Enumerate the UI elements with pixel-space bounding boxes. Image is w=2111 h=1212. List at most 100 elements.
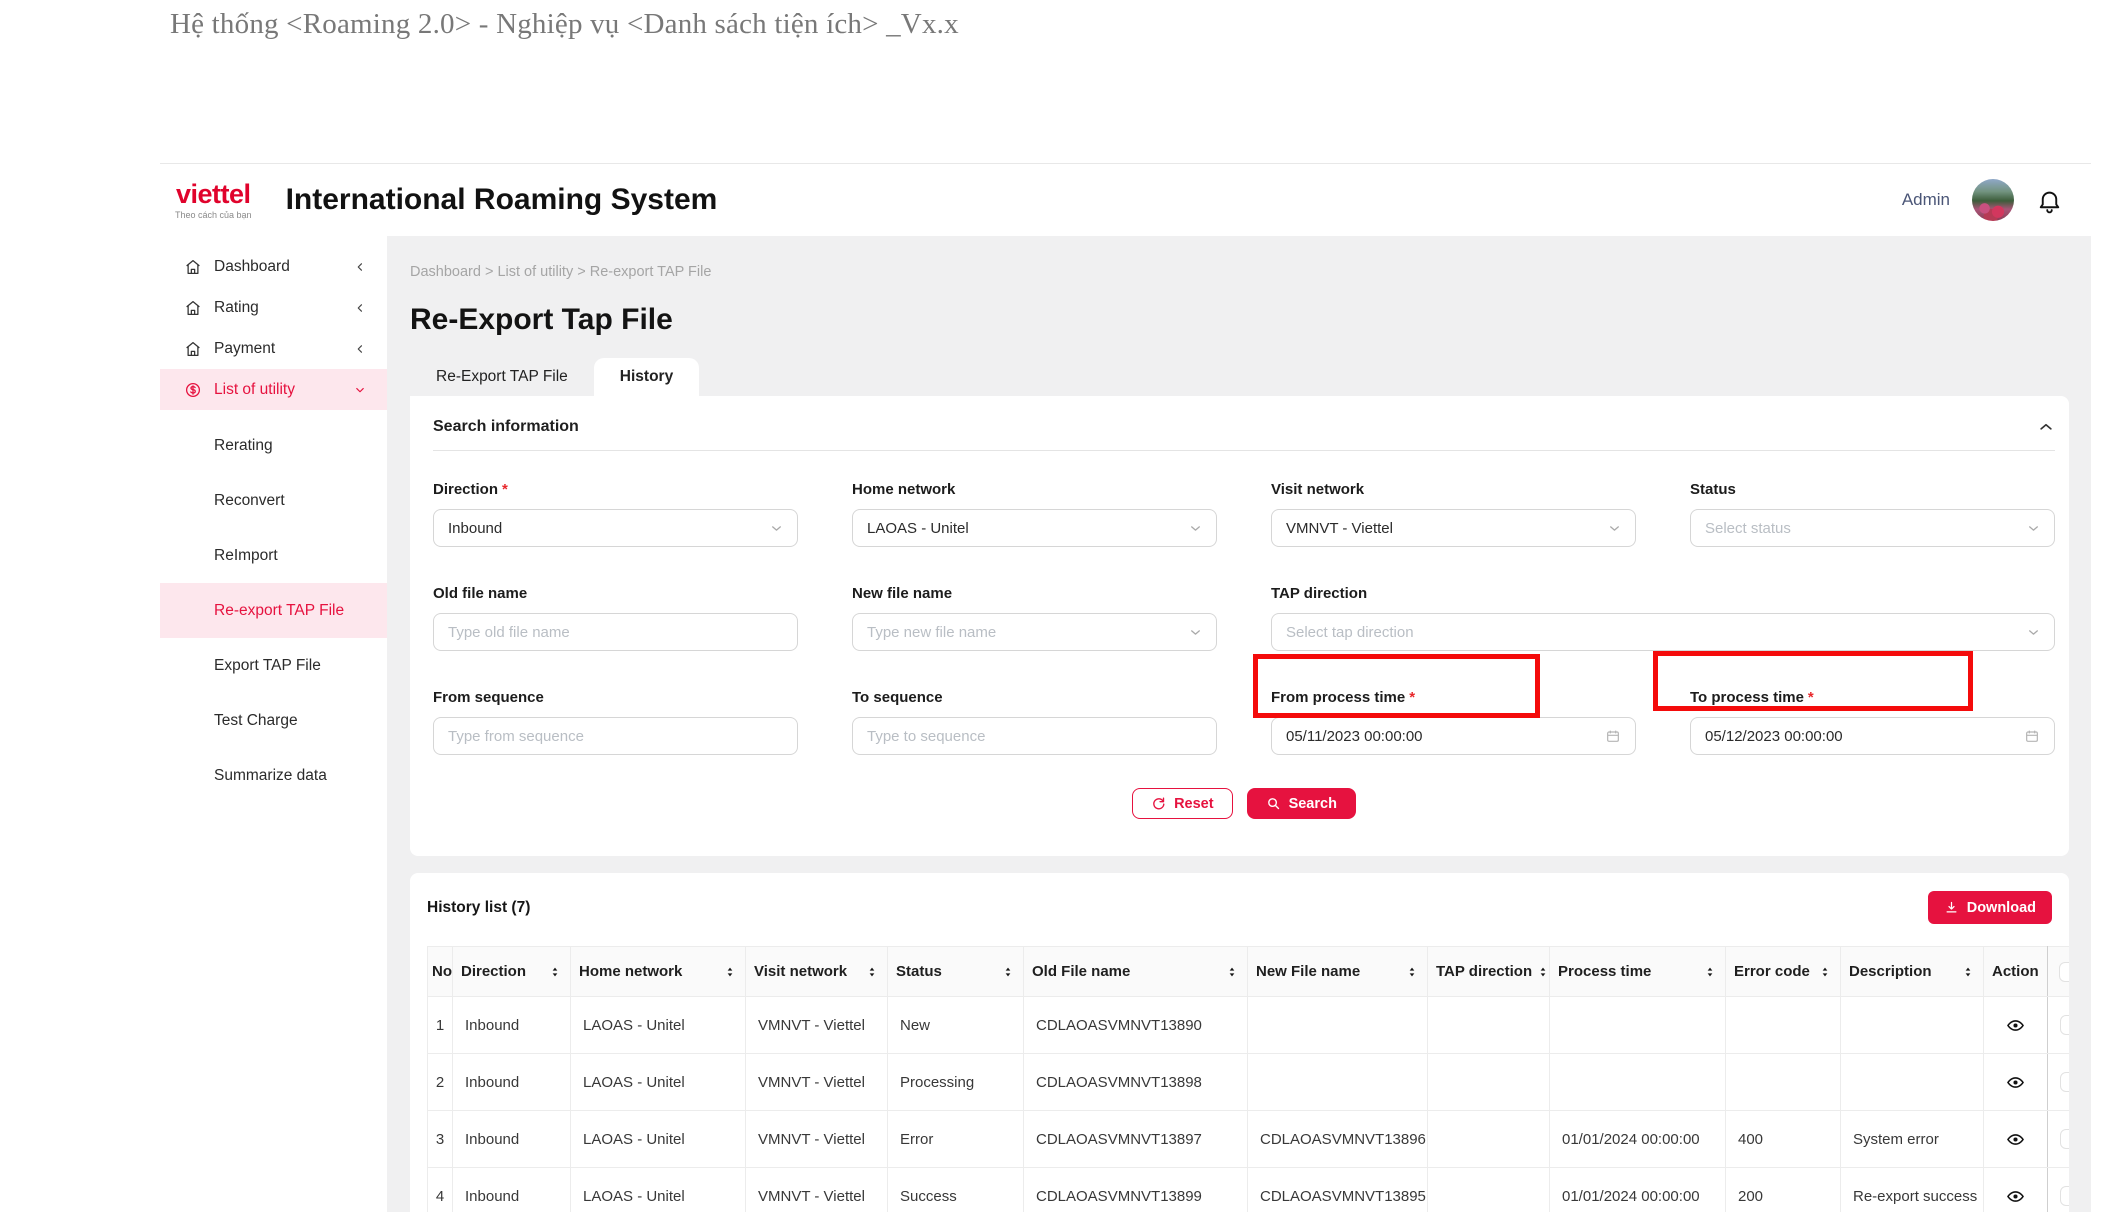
search-button[interactable]: Search [1247,788,1356,819]
new-file-name-select[interactable]: Type new file name [852,613,1217,651]
chevron-left-icon [353,301,367,315]
sidebar-item-summarize-data[interactable]: Summarize data [160,748,387,803]
column-header-home-network[interactable]: Home network [571,947,746,997]
sidebar-item-reconvert[interactable]: Reconvert [160,473,387,528]
chevron-down-icon [353,383,367,397]
home-icon [184,258,202,276]
sidebar-item-test-charge[interactable]: Test Charge [160,693,387,748]
sort-icon[interactable] [1405,965,1419,979]
cell-old-file-name: CDLAOASVMNVT13899 [1024,1168,1248,1212]
sub-item-label: Reconvert [214,492,285,510]
required-marker: * [1409,689,1415,706]
table-header-row: NoDirectionHome networkVisit networkStat… [428,947,2070,997]
direction-select[interactable]: Inbound [433,509,798,547]
status-select[interactable]: Select status [1690,509,2055,547]
sidebar-item-dashboard[interactable]: Dashboard [160,246,387,287]
column-header-direction[interactable]: Direction [453,947,571,997]
column-header-old-file-name[interactable]: Old File name [1024,947,1248,997]
field-label: TAP direction [1271,585,1367,602]
from-process-time-input[interactable]: 05/11/2023 00:00:00 [1271,717,1636,755]
field-new-file-name: New file name Type new file name [852,585,1217,651]
sort-icon[interactable] [1225,965,1239,979]
user-name: Admin [1902,190,1950,210]
calendar-icon[interactable] [1605,728,1621,744]
row-checkbox[interactable] [2060,1015,2069,1035]
sort-icon[interactable] [1536,965,1549,979]
date-value: 05/11/2023 00:00:00 [1286,728,1605,745]
viettel-logo[interactable]: viettel Theo cách của bạn [175,181,252,220]
sort-icon[interactable] [1703,965,1717,979]
chevron-left-icon [353,260,367,274]
visit-network-select[interactable]: VMNVT - Viettel [1271,509,1636,547]
history-table: NoDirectionHome networkVisit networkStat… [427,946,2069,1212]
cell-action [1984,1168,2048,1212]
column-header-error-code[interactable]: Error code [1726,947,1841,997]
user-avatar[interactable] [1972,179,2014,221]
sort-icon[interactable] [1961,965,1975,979]
sidebar-item-label: Dashboard [214,258,290,276]
view-details-icon[interactable] [2006,1187,2025,1206]
cell-error-code: 200 [1726,1168,1841,1212]
app-title: International Roaming System [286,183,718,217]
chevron-left-icon [353,342,367,356]
calendar-icon[interactable] [2024,728,2040,744]
cell-no: 3 [428,1111,453,1168]
field-to-sequence: To sequence [852,689,1217,755]
chevron-down-icon [2027,522,2040,535]
sort-icon[interactable] [548,965,562,979]
column-header-status[interactable]: Status [888,947,1024,997]
sub-item-label: Export TAP File [214,657,321,675]
sidebar-item-rating[interactable]: Rating [160,287,387,328]
sidebar-item-rerating[interactable]: Rerating [160,418,387,473]
cell-description [1841,1054,1984,1111]
sidebar-item-export-tap-file[interactable]: Export TAP File [160,638,387,693]
tab-history[interactable]: History [594,358,699,396]
chevron-down-icon [770,522,783,535]
reset-label: Reset [1174,796,1214,812]
row-checkbox[interactable] [2060,1129,2069,1149]
sidebar-item-reimport[interactable]: ReImport [160,528,387,583]
view-details-icon[interactable] [2006,1073,2025,1092]
row-checkbox[interactable] [2060,1186,2069,1206]
old-file-name-input[interactable] [433,613,798,651]
column-label: Status [896,963,942,980]
sort-icon[interactable] [1001,965,1015,979]
breadcrumb[interactable]: Dashboard > List of utility > Re-export … [410,264,2069,284]
sidebar-item-list-of-utility[interactable]: List of utility [160,369,387,410]
to-process-time-input[interactable]: 05/12/2023 00:00:00 [1690,717,2055,755]
column-header-new-file-name[interactable]: New File name [1248,947,1428,997]
sidebar-item-re-export-tap-file[interactable]: Re-export TAP File [160,583,387,638]
tap-direction-select[interactable]: Select tap direction [1271,613,2055,651]
select-placeholder: Select status [1705,520,2027,537]
column-label: Process time [1558,963,1651,980]
collapse-panel-icon[interactable] [2037,418,2055,436]
search-label: Search [1289,796,1337,812]
home-network-select[interactable]: LAOAS - Unitel [852,509,1217,547]
tab-re-export-tap-file[interactable]: Re-Export TAP File [410,358,594,396]
column-header-tap-direction[interactable]: TAP direction [1428,947,1550,997]
sort-icon[interactable] [723,965,737,979]
column-header-checkbox[interactable] [2048,947,2070,997]
to-sequence-input[interactable] [852,717,1217,755]
download-icon [1944,900,1959,915]
sidebar-item-payment[interactable]: Payment [160,328,387,369]
view-details-icon[interactable] [2006,1016,2025,1035]
view-details-icon[interactable] [2006,1130,2025,1149]
column-header-process-time[interactable]: Process time [1550,947,1726,997]
cell-home-network: LAOAS - Unitel [571,1054,746,1111]
from-sequence-input[interactable] [433,717,798,755]
sort-icon[interactable] [865,965,879,979]
column-header-visit-network[interactable]: Visit network [746,947,888,997]
header-checkbox[interactable] [2059,962,2069,982]
reset-button[interactable]: Reset [1132,788,1233,819]
row-checkbox[interactable] [2060,1072,2069,1092]
search-panel: Search information Direction* Inbound [410,396,2069,856]
column-label: Description [1849,963,1932,980]
field-direction: Direction* Inbound [433,481,798,547]
download-button[interactable]: Download [1928,891,2052,924]
sort-icon[interactable] [1818,965,1832,979]
notifications-bell-icon[interactable] [2036,187,2063,214]
table-row: 3InboundLAOAS - UnitelVMNVT - ViettelErr… [428,1111,2070,1168]
column-header-description[interactable]: Description [1841,947,1984,997]
cell-old-file-name: CDLAOASVMNVT13897 [1024,1111,1248,1168]
